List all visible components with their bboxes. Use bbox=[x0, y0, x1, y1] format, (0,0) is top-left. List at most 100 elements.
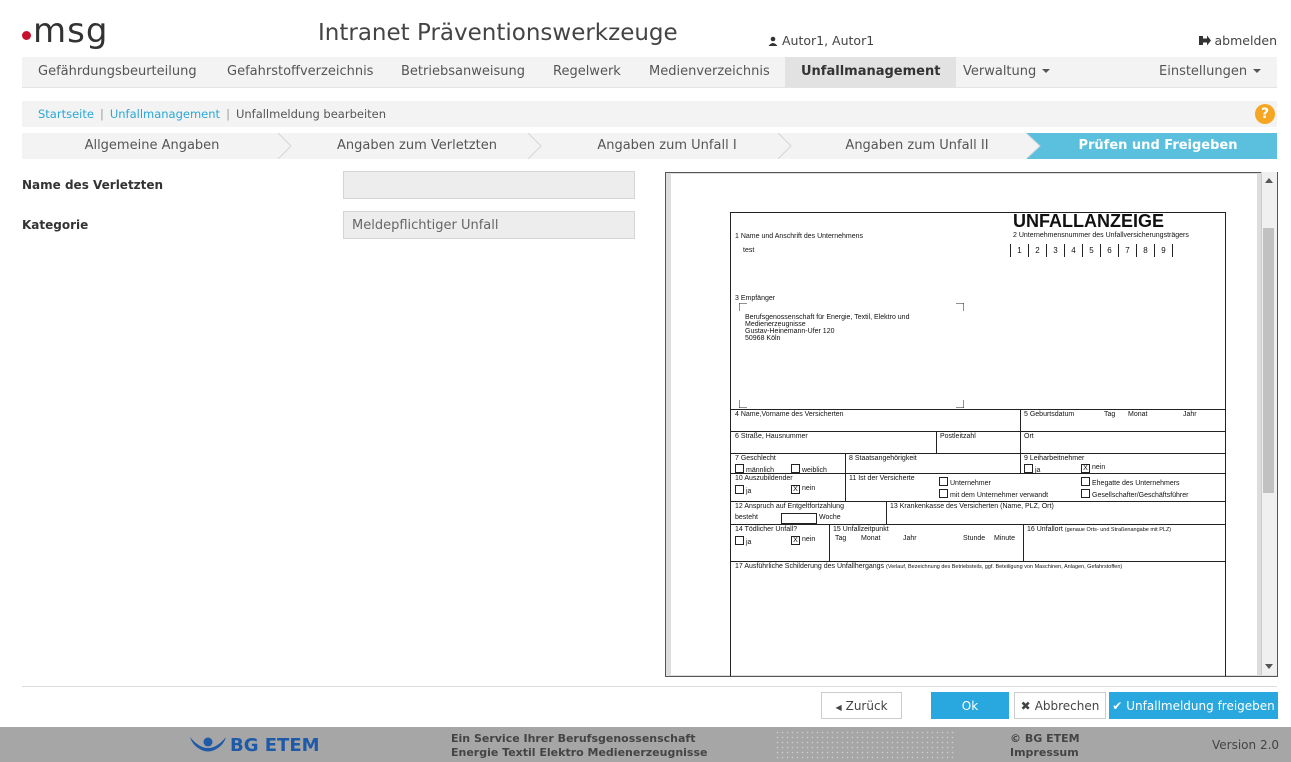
step-chevron-icon bbox=[777, 133, 792, 159]
wizard-steps: Allgemeine Angaben Angaben zum Verletzte… bbox=[22, 133, 1277, 159]
doc-rule bbox=[731, 501, 1225, 502]
ok-button[interactable]: Ok bbox=[931, 692, 1009, 719]
breadcrumb: Startseite | Unfallmanagement | Unfallmeldun… bbox=[22, 101, 1277, 127]
wizard-step-angaben-verletzten[interactable]: Angaben zum Verletzten bbox=[293, 133, 541, 159]
name-field[interactable] bbox=[343, 171, 635, 199]
doc-rule bbox=[731, 473, 1225, 474]
nav-gefaehrdungsbeurteilung[interactable]: Gefährdungsbeurteilung bbox=[38, 57, 197, 87]
help-icon[interactable]: ? bbox=[1255, 104, 1275, 124]
doc-field-1: 1 Name und Anschrift des Unternehmens bbox=[735, 233, 864, 240]
wizard-step-angaben-unfall-1[interactable]: Angaben zum Unfall I bbox=[543, 133, 791, 159]
doc-monat: Monat bbox=[1128, 411, 1148, 418]
doc-field-7: 7 Geschlecht bbox=[735, 455, 776, 462]
doc-rule bbox=[845, 453, 846, 473]
checkbox bbox=[1081, 489, 1090, 498]
main-nav: Gefährdungsbeurteilung Gefahrstoffverzei… bbox=[22, 57, 1277, 88]
doc-jahr: Jahr bbox=[1183, 411, 1197, 418]
doc-besteht: besteht bbox=[735, 514, 758, 521]
doc-digit: 5 bbox=[1082, 244, 1100, 257]
doc-option-label: Ehegatte des Unternehmers bbox=[1092, 480, 1180, 487]
doc-digit: 2 bbox=[1028, 244, 1046, 257]
doc-option-label: mit dem Unternehmer verwandt bbox=[950, 492, 1049, 499]
doc-rule bbox=[845, 473, 846, 501]
breadcrumb-separator: | bbox=[99, 107, 104, 121]
logout-link[interactable]: abmelden bbox=[1198, 33, 1277, 48]
category-label: Kategorie bbox=[22, 218, 89, 232]
doc-field-11: 11 Ist der Versicherte bbox=[849, 475, 915, 482]
nav-unfallmanagement[interactable]: Unfallmanagement bbox=[785, 57, 957, 87]
category-field[interactable]: Meldepflichtiger Unfall bbox=[343, 211, 635, 239]
doc-option-unternehmer: Unternehmer bbox=[939, 477, 991, 487]
release-button-label: Unfallmeldung freigeben bbox=[1126, 699, 1275, 713]
doc-option-nein: Xnein bbox=[1081, 464, 1105, 473]
msg-logo: msg bbox=[22, 14, 108, 48]
doc-field-13: 13 Krankenkasse des Versicherten (Name, … bbox=[890, 503, 1054, 510]
nav-gefahrstoffverzeichnis[interactable]: Gefahrstoffverzeichnis bbox=[227, 57, 373, 87]
doc-digit: 1 bbox=[1010, 244, 1028, 257]
doc-rule bbox=[1020, 409, 1021, 431]
chevron-left-icon: ◀ bbox=[835, 703, 842, 712]
nav-einstellungen[interactable]: Einstellungen bbox=[1159, 57, 1262, 87]
doc-field-12: 12 Anspruch auf Entgeltfortzahlung bbox=[735, 503, 844, 510]
doc-tag: Tag bbox=[1104, 411, 1116, 418]
doc-rule bbox=[829, 524, 830, 561]
scroll-up-icon[interactable] bbox=[1265, 178, 1273, 183]
wizard-step-allgemeine-angaben[interactable]: Allgemeine Angaben bbox=[22, 133, 282, 159]
footer-impressum-link[interactable]: Impressum bbox=[1010, 746, 1079, 759]
checkbox bbox=[791, 464, 800, 473]
breadcrumb-section[interactable]: Unfallmanagement bbox=[110, 107, 220, 121]
doc-field-10: 10 Auszubildender bbox=[735, 475, 793, 482]
name-label: Name des Verletzten bbox=[22, 178, 164, 192]
doc-option-label: ja bbox=[746, 539, 752, 546]
user-name: Autor1, Autor1 bbox=[781, 33, 875, 48]
doc-digit: 6 bbox=[1100, 244, 1118, 257]
doc-recipient-line: Medienerzeugnisse bbox=[745, 321, 806, 328]
scrollbar-thumb[interactable] bbox=[1263, 228, 1274, 493]
doc-option-verwandt: mit dem Unternehmer verwandt bbox=[939, 489, 1048, 499]
footer-service-line: Energie Textil Elektro Medienerzeugnisse bbox=[451, 746, 708, 759]
doc-field-16-label: 16 Unfallort bbox=[1027, 526, 1063, 533]
doc-option-ja: ja bbox=[735, 536, 751, 546]
doc-field-5: 5 Geburtsdatum bbox=[1024, 411, 1075, 418]
doc-stunde: Stunde bbox=[963, 535, 986, 542]
doc-woche-box bbox=[781, 513, 817, 524]
doc-digit: 8 bbox=[1136, 244, 1154, 257]
doc-field-6: 6 Straße, Hausnummer bbox=[735, 433, 808, 440]
checkbox-checked: X bbox=[791, 485, 800, 494]
checkbox bbox=[1024, 464, 1033, 473]
app-title: Intranet Präventionswerkzeuge bbox=[318, 20, 678, 46]
wizard-step-angaben-unfall-2[interactable]: Angaben zum Unfall II bbox=[793, 133, 1041, 159]
doc-field-14: 14 Tödlicher Unfall? bbox=[735, 526, 798, 533]
footer-service-line: Ein Service Ihrer Berufsgenossenschaft bbox=[451, 732, 696, 745]
doc-field-3: 3 Empfänger bbox=[735, 295, 776, 302]
caret-down-icon bbox=[1253, 69, 1262, 73]
checkbox bbox=[939, 477, 948, 486]
cancel-button-label: Abbrechen bbox=[1034, 699, 1100, 713]
nav-verwaltung[interactable]: Verwaltung bbox=[963, 57, 1051, 87]
nav-regelwerk[interactable]: Regelwerk bbox=[553, 57, 621, 87]
doc-rule bbox=[731, 561, 1225, 562]
nav-medienverzeichnis[interactable]: Medienverzeichnis bbox=[649, 57, 770, 87]
cancel-button[interactable]: ✖ Abbrechen bbox=[1014, 692, 1106, 719]
back-button[interactable]: ◀ Zurück bbox=[821, 692, 902, 719]
wizard-step-pruefen-freigeben[interactable]: Prüfen und Freigeben bbox=[1039, 133, 1277, 159]
scroll-down-icon[interactable] bbox=[1265, 664, 1273, 669]
release-button[interactable]: ✔ Unfallmeldung freigeben bbox=[1109, 692, 1278, 719]
checkbox bbox=[1081, 477, 1090, 486]
doc-option-label: Unternehmer bbox=[950, 480, 991, 487]
doc-rule bbox=[731, 431, 1225, 432]
doc-field-17: 17 Ausführliche Schilderung des Unfallhe… bbox=[735, 563, 1122, 570]
step-chevron-icon bbox=[1026, 133, 1042, 159]
footer-brand: BG ETEM bbox=[230, 735, 320, 756]
breadcrumb-home[interactable]: Startseite bbox=[38, 107, 94, 121]
doc-field-16: 16 Unfallort (genaue Orts- und Straßenan… bbox=[1027, 526, 1171, 533]
doc-option-label: nein bbox=[802, 485, 816, 492]
doc-field-2: 2 Unternehmensnummer des Unfallversicher… bbox=[1013, 232, 1189, 239]
doc-field-17-hint: (Verlauf, Bezeichnung des Betriebsteils,… bbox=[886, 564, 1123, 570]
doc-field-15: 15 Unfallzeitpunkt bbox=[833, 526, 889, 533]
doc-field-9: 9 Leiharbeitnehmer bbox=[1024, 455, 1085, 462]
doc-rule bbox=[731, 524, 1225, 525]
doc-option-nein: Xnein bbox=[791, 485, 815, 494]
nav-betriebsanweisung[interactable]: Betriebsanweisung bbox=[401, 57, 525, 87]
doc-field-16-hint: (genaue Orts- und Straßenangabe mit PLZ) bbox=[1064, 527, 1172, 533]
